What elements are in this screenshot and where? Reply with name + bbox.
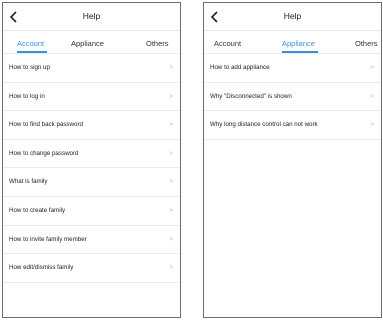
chevron-right-icon: > xyxy=(370,122,374,129)
list-item-what-is-family[interactable]: What is family > xyxy=(3,168,180,197)
page-title: Help xyxy=(82,11,101,21)
list-item-label: How to change password xyxy=(9,149,79,157)
list-item-label: Why "Disconnected" is shown xyxy=(210,92,292,100)
page-title: Help xyxy=(283,11,302,21)
list-item-long-distance-control[interactable]: Why long distance control can not work > xyxy=(204,111,381,140)
help-topic-list: How to sign up > How to log in > How to … xyxy=(3,54,180,283)
header-bar: Help xyxy=(204,3,381,31)
chevron-right-icon: > xyxy=(370,93,374,100)
tab-appliance[interactable]: Appliance xyxy=(71,39,104,48)
header-bar: Help xyxy=(3,3,180,31)
help-topic-list: How to add appliance > Why "Disconnected… xyxy=(204,54,381,140)
list-item-invite-member[interactable]: How to invite family member > xyxy=(3,226,180,255)
tab-bar: Account Appliance Others xyxy=(3,39,180,53)
tab-others[interactable]: Others xyxy=(146,39,169,48)
help-screen-account: Help Account Appliance Others How to sig… xyxy=(2,2,181,318)
list-item-sign-up[interactable]: How to sign up > xyxy=(3,54,180,83)
list-item-label: How to add appliance xyxy=(210,64,270,71)
chevron-right-icon: > xyxy=(169,150,173,157)
chevron-right-icon: > xyxy=(169,65,173,71)
list-item-label: How to find back password xyxy=(9,121,83,129)
list-item-label: How to invite family member xyxy=(9,235,87,243)
list-item-label: How to sign up xyxy=(9,64,50,71)
list-item-disconnected[interactable]: Why "Disconnected" is shown > xyxy=(204,83,381,112)
chevron-right-icon: > xyxy=(169,265,173,272)
chevron-right-icon: > xyxy=(169,207,173,214)
list-item-add-appliance[interactable]: How to add appliance > xyxy=(204,54,381,83)
chevron-right-icon: > xyxy=(169,236,173,243)
list-item-label: Why long distance control can not work xyxy=(210,121,318,129)
chevron-right-icon: > xyxy=(169,179,173,186)
list-item-label: How to create family xyxy=(9,206,66,214)
list-item-log-in[interactable]: How to log in > xyxy=(3,83,180,112)
tab-appliance[interactable]: Appliance xyxy=(282,39,315,48)
chevron-right-icon: > xyxy=(370,65,374,71)
list-item-edit-family[interactable]: How edit/dismiss family > xyxy=(3,254,180,283)
tab-bar: Account Appliance Others xyxy=(204,39,381,53)
chevron-right-icon: > xyxy=(169,93,173,100)
chevron-right-icon: > xyxy=(169,122,173,129)
tab-others[interactable]: Others xyxy=(355,39,378,48)
list-item-label: What is family xyxy=(9,178,48,186)
list-item-find-password[interactable]: How to find back password > xyxy=(3,111,180,140)
list-item-label: How edit/dismiss family xyxy=(9,264,74,272)
list-item-change-password[interactable]: How to change password > xyxy=(3,140,180,169)
list-item-create-family[interactable]: How to create family > xyxy=(3,197,180,226)
tab-account[interactable]: Account xyxy=(214,39,241,48)
tab-account[interactable]: Account xyxy=(17,39,44,48)
list-item-label: How to log in xyxy=(9,92,45,100)
help-screen-appliance: Help Account Appliance Others How to add… xyxy=(203,2,382,318)
